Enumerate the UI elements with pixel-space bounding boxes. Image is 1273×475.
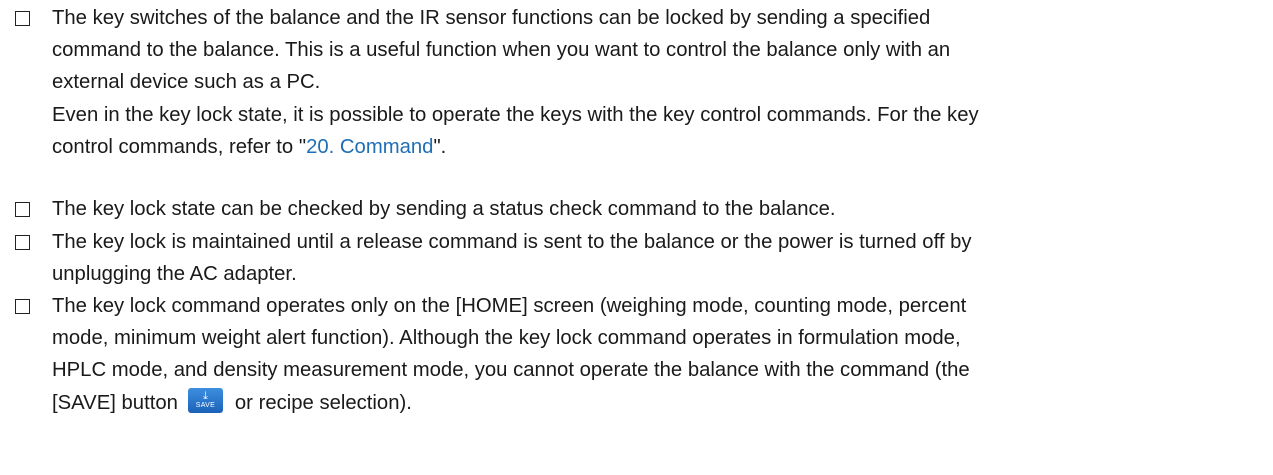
checkbox-icon xyxy=(15,299,30,314)
text-line: The key lock state can be checked by sen… xyxy=(52,198,836,220)
text-line: Even in the key lock state, it is possib… xyxy=(52,103,979,126)
command-link[interactable]: 20. Command xyxy=(306,136,433,158)
text-line: HPLC mode, and density measurement mode,… xyxy=(52,359,970,382)
text-segment: ". xyxy=(433,135,447,158)
checkbox-icon xyxy=(15,235,30,250)
document-page: The key switches of the balance and the … xyxy=(0,0,1273,475)
text-line: command to the balance. This is a useful… xyxy=(52,39,951,62)
text-line: [SAVE] button ⤓ SAVE or recipe selection). xyxy=(52,387,1273,419)
bullet-item-home-screen: The key lock command operates only on th… xyxy=(0,290,1273,419)
text-line: The key switches of the balance and the … xyxy=(52,7,931,29)
bullet-item-key-lock: The key switches of the balance and the … xyxy=(0,2,1273,163)
save-button-label: SAVE xyxy=(195,401,216,409)
checkbox-icon xyxy=(15,11,30,26)
text-segment: [SAVE] button xyxy=(52,391,178,414)
text-line: The key lock command operates only on th… xyxy=(52,295,967,317)
checkbox-icon xyxy=(15,202,30,217)
save-download-icon: ⤓ xyxy=(202,389,208,402)
text-line: The key lock is maintained until a relea… xyxy=(52,231,972,253)
bullet-item-release: The key lock is maintained until a relea… xyxy=(0,226,1273,290)
text-line: control commands, refer to "20. Command"… xyxy=(52,131,1273,163)
bullet-item-status-check: The key lock state can be checked by sen… xyxy=(0,193,1273,225)
save-button[interactable]: ⤓ SAVE xyxy=(187,387,223,413)
text-line: mode, minimum weight alert function). Al… xyxy=(52,327,961,350)
text-segment: control commands, refer to " xyxy=(52,135,307,158)
text-line: external device such as a PC. xyxy=(52,71,321,94)
text-line: unplugging the AC adapter. xyxy=(52,263,297,286)
text-segment: or recipe selection). xyxy=(234,391,412,414)
